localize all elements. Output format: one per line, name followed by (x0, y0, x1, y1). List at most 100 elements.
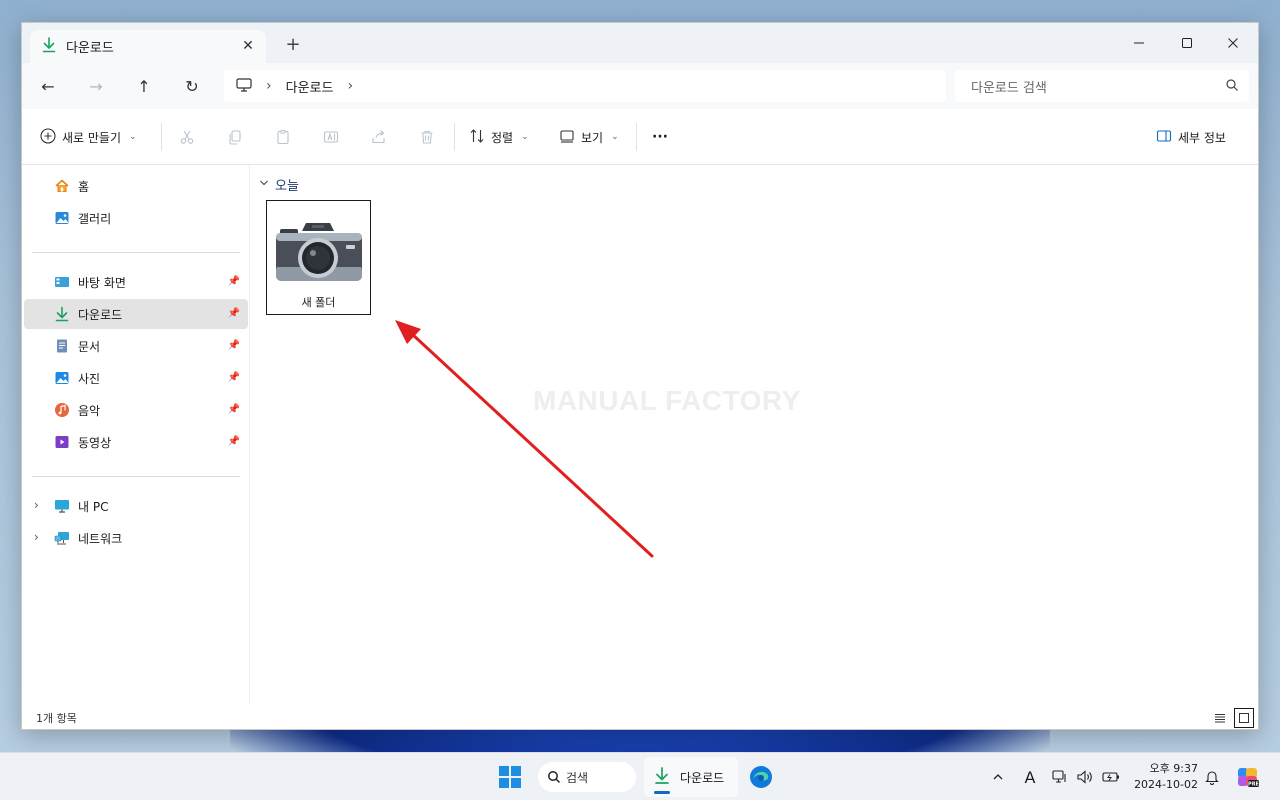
taskbar-search[interactable]: 검색 (538, 762, 636, 792)
trash-icon (413, 123, 441, 151)
display-icon[interactable] (1050, 767, 1070, 787)
breadcrumb-downloads[interactable]: 다운로드 (286, 77, 334, 96)
system-clock[interactable]: 오후 9:37 2024-10-02 (1134, 761, 1198, 793)
list-view-icon (1215, 714, 1225, 723)
notification-bell-icon[interactable] (1202, 767, 1222, 787)
view-button[interactable]: 보기 ⌄ (559, 123, 619, 151)
file-explorer-window: 다운로드 ✕ + ← → ↑ ↻ › 다운로드 › 다운로드 검색 새로 만들기… (21, 22, 1259, 730)
group-header-today[interactable]: 오늘 (259, 175, 299, 194)
status-bar: 1개 항목 (22, 705, 1258, 729)
more-options-button[interactable]: ··· (652, 123, 668, 151)
scissors-icon (173, 123, 201, 151)
sidebar-item-this-pc[interactable]: › 내 PC (24, 491, 248, 521)
copilot-icon[interactable]: PRE (1236, 765, 1260, 789)
sidebar-item-label: 홈 (78, 179, 90, 194)
sidebar-item-label: 음악 (78, 403, 101, 418)
pin-icon[interactable]: 📌 (228, 404, 240, 415)
sidebar-item-label: 사진 (78, 371, 101, 386)
sidebar-item-desktop[interactable]: 바탕 화면 📌 (24, 267, 248, 297)
rename-button[interactable] (317, 123, 345, 151)
pin-icon[interactable]: 📌 (228, 276, 240, 287)
clipboard-icon (269, 123, 297, 151)
sidebar-item-music[interactable]: 음악 📌 (24, 395, 248, 425)
sidebar-divider (32, 476, 240, 477)
paste-button[interactable] (269, 123, 297, 151)
download-icon (54, 306, 70, 322)
sort-label: 정렬 (491, 130, 514, 145)
new-button-label: 새로 만들기 (62, 130, 122, 145)
title-bar: 다운로드 ✕ + (22, 23, 1258, 63)
search-icon (547, 770, 561, 787)
share-button[interactable] (365, 123, 393, 151)
address-bar[interactable]: › 다운로드 › (224, 70, 946, 102)
details-pane-button[interactable]: 세부 정보 (1156, 123, 1226, 151)
chevron-down-icon: ⌄ (521, 132, 529, 142)
toolbar-divider (161, 123, 162, 151)
delete-button[interactable] (413, 123, 441, 151)
refresh-button[interactable]: ↻ (178, 73, 206, 99)
chevron-up-icon[interactable] (988, 767, 1008, 787)
pin-icon[interactable]: 📌 (228, 372, 240, 383)
active-app-indicator (654, 791, 670, 794)
monitor-icon (236, 77, 252, 95)
pin-icon[interactable]: 📌 (228, 436, 240, 447)
gallery-icon (54, 210, 70, 226)
sidebar-divider (32, 252, 240, 253)
details-pane-icon (1156, 128, 1172, 147)
chevron-right-icon[interactable]: › (34, 498, 39, 512)
close-button[interactable] (1210, 29, 1256, 57)
maximize-button[interactable] (1164, 29, 1210, 57)
sidebar-item-documents[interactable]: 문서 📌 (24, 331, 248, 361)
download-icon (42, 37, 56, 56)
chevron-down-icon: ⌄ (129, 132, 137, 142)
clock-time: 오후 9:37 (1149, 762, 1198, 775)
large-icons-view-button[interactable] (1234, 708, 1254, 728)
breadcrumb-chevron-icon[interactable]: › (347, 78, 353, 94)
sidebar-item-network[interactable]: › 네트워크 (24, 523, 248, 553)
watermark-text: MANUAL FACTORY (533, 385, 801, 416)
battery-icon[interactable] (1101, 767, 1121, 787)
rename-icon (317, 123, 345, 151)
details-view-button[interactable] (1210, 708, 1230, 728)
search-input[interactable]: 다운로드 검색 (955, 70, 1249, 102)
network-icon (54, 530, 70, 546)
sidebar-item-label: 동영상 (78, 435, 112, 450)
sort-button[interactable]: 정렬 ⌄ (469, 123, 529, 151)
pictures-icon (54, 370, 70, 386)
desktop-icon (54, 274, 70, 290)
back-button[interactable]: ← (34, 73, 62, 99)
forward-button[interactable]: → (82, 73, 110, 99)
chevron-right-icon[interactable]: › (34, 530, 39, 544)
sidebar-item-pictures[interactable]: 사진 📌 (24, 363, 248, 393)
group-label: 오늘 (275, 179, 299, 194)
item-count: 1개 항목 (36, 712, 77, 725)
edge-browser-icon[interactable] (749, 765, 773, 792)
cut-button[interactable] (173, 123, 201, 151)
pin-icon[interactable]: 📌 (228, 308, 240, 319)
plus-circle-icon (40, 127, 56, 147)
tab-close-button[interactable]: ✕ (240, 38, 256, 54)
tab-downloads[interactable]: 다운로드 ✕ (30, 30, 266, 63)
new-tab-button[interactable]: + (284, 35, 302, 55)
sidebar-item-home[interactable]: 홈 (24, 171, 248, 201)
input-method-icon[interactable]: A (1020, 767, 1040, 787)
pin-icon[interactable]: 📌 (228, 340, 240, 351)
tiles-view-icon (1239, 713, 1249, 723)
file-name: 새 폴더 (301, 296, 336, 309)
minimize-button[interactable] (1116, 29, 1162, 57)
copy-icon (221, 123, 249, 151)
windows-start-icon[interactable] (499, 766, 521, 791)
taskbar-app-file-explorer[interactable]: 다운로드 (644, 757, 738, 797)
new-button[interactable]: 새로 만들기 ⌄ (40, 123, 137, 151)
up-button[interactable]: ↑ (130, 73, 158, 99)
volume-icon[interactable] (1075, 767, 1095, 787)
navigation-bar: ← → ↑ ↻ › 다운로드 › 다운로드 검색 (22, 63, 1258, 109)
file-tile[interactable]: 새 폴더 (266, 200, 371, 315)
copy-button[interactable] (221, 123, 249, 151)
sidebar-item-videos[interactable]: 동영상 📌 (24, 427, 248, 457)
sidebar-item-gallery[interactable]: 갤러리 (24, 203, 248, 233)
home-icon (54, 178, 70, 194)
sidebar-item-label: 내 PC (78, 499, 109, 514)
breadcrumb-chevron-icon[interactable]: › (266, 78, 272, 94)
sidebar-item-downloads[interactable]: 다운로드 📌 (24, 299, 248, 329)
